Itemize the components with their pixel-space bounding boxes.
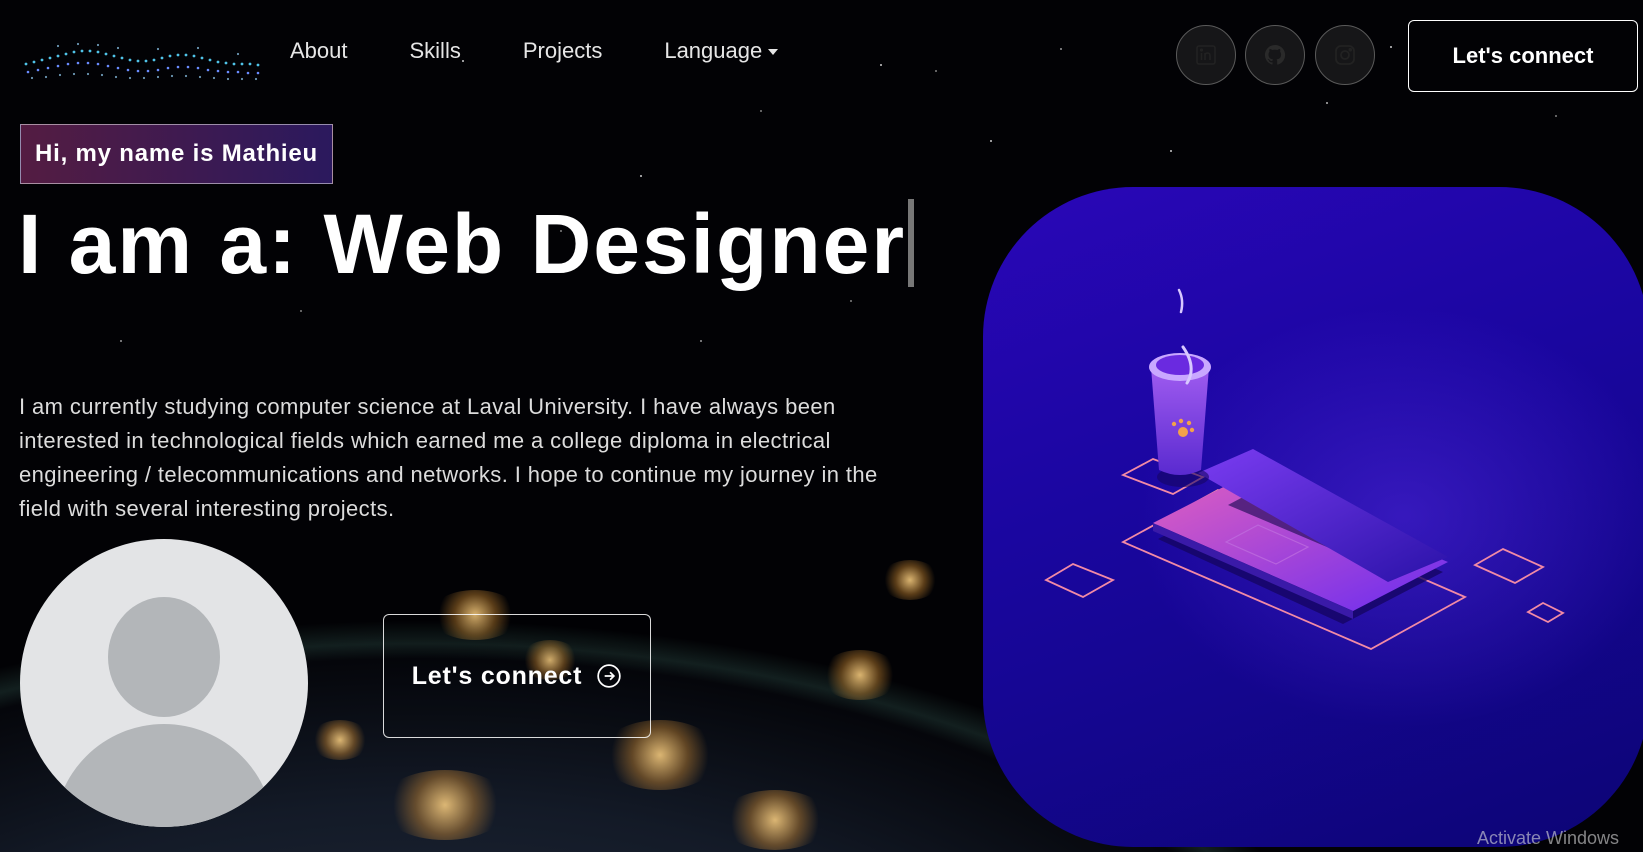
default-user-icon [108, 597, 220, 717]
language-dropdown-label: Language [664, 38, 763, 63]
logo[interactable] [18, 34, 274, 96]
nav-connect-button[interactable]: Let's connect [1408, 20, 1638, 92]
nav-link-about[interactable]: About [290, 38, 348, 64]
hero-connect-label: Let's connect [411, 661, 583, 690]
activate-windows-watermark: Activate Windows [1477, 828, 1620, 848]
avatar [20, 539, 308, 827]
headline-text: I am a: Web Designer [18, 197, 907, 291]
top-navbar: About Skills Projects Language Let's con… [0, 0, 1643, 108]
workspace-illustration [1044, 288, 1565, 651]
typing-cursor [908, 199, 915, 287]
arrow-right-circle-icon [597, 664, 621, 688]
instagram-button[interactable] [1315, 25, 1375, 85]
nav-link-projects[interactable]: Projects [523, 38, 602, 64]
nav-link-skills[interactable]: Skills [410, 38, 461, 64]
bio-paragraph: I am currently studying computer science… [19, 394, 878, 521]
language-dropdown[interactable]: Language [664, 38, 779, 64]
linkedin-icon [1196, 45, 1216, 65]
portfolio-page: About Skills Projects Language Let's con… [0, 0, 1643, 852]
nav-links: About Skills Projects Language [290, 38, 840, 64]
hero-connect-button[interactable]: Let's connect [383, 614, 651, 738]
headline: I am a: Web Designer [18, 194, 915, 294]
github-button[interactable] [1245, 25, 1305, 85]
instagram-icon [1335, 45, 1355, 65]
linkedin-button[interactable] [1176, 25, 1236, 85]
caret-down-icon [768, 49, 779, 55]
tagline-badge: Hi, my name is Mathieu [20, 124, 334, 184]
github-icon [1264, 44, 1286, 65]
hero-illustration [983, 187, 1643, 847]
